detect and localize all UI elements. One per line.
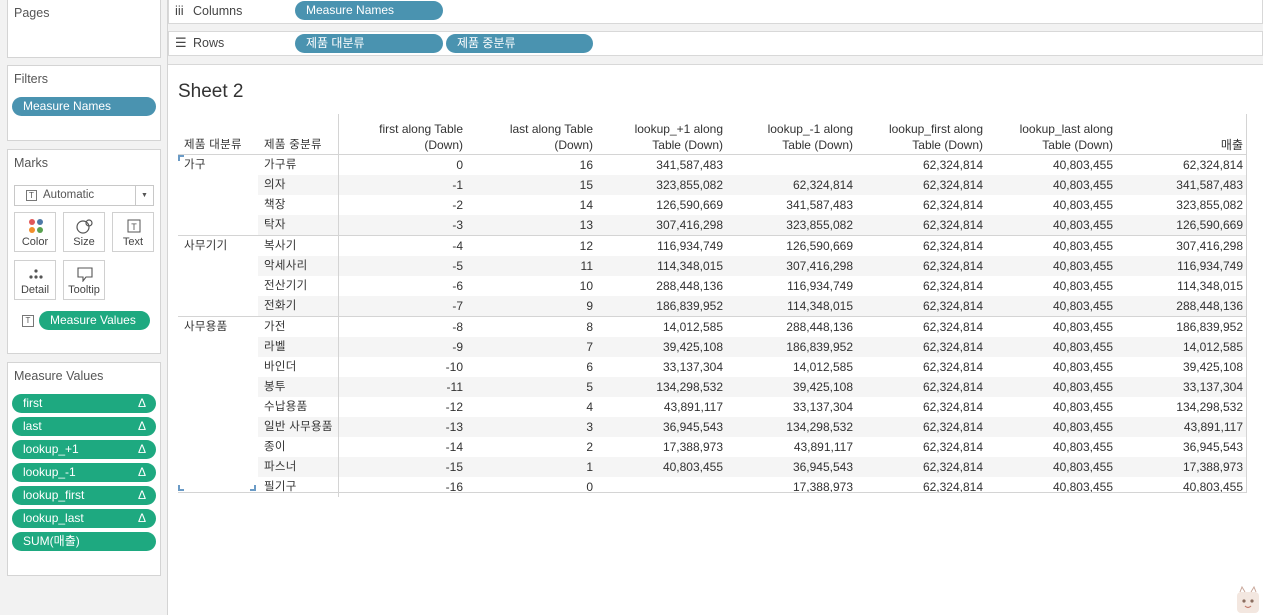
columns-pill-measure-names[interactable]: Measure Names bbox=[295, 1, 443, 20]
detail-button[interactable]: Detail bbox=[14, 260, 56, 300]
tooltip-icon bbox=[77, 267, 93, 282]
columns-icon: iii bbox=[175, 3, 184, 18]
measure-value-pill[interactable]: last Δ bbox=[12, 417, 156, 436]
mascot-icon bbox=[1237, 586, 1259, 613]
filter-pill-measure-names[interactable]: Measure Names bbox=[12, 97, 156, 116]
delta-icon: Δ bbox=[137, 488, 146, 502]
color-button[interactable]: Color bbox=[14, 212, 56, 252]
size-icon bbox=[76, 219, 93, 234]
sheet-title: Sheet 2 bbox=[178, 81, 244, 102]
rows-pill-category[interactable]: 제품 대분류 bbox=[295, 34, 443, 53]
chevron-down-icon[interactable]: ▼ bbox=[135, 186, 153, 205]
filters-card[interactable]: Filters Measure Names bbox=[7, 65, 161, 141]
rows-label: Rows bbox=[193, 36, 225, 50]
text-mark-icon: T bbox=[26, 190, 37, 201]
size-button[interactable]: Size bbox=[63, 212, 105, 252]
columns-shelf[interactable]: iii Columns Measure Names bbox=[168, 0, 1263, 24]
table-outline bbox=[178, 114, 1247, 493]
left-panel: Pages Filters Measure Names Marks T Auto… bbox=[0, 0, 168, 615]
filters-title: Filters bbox=[14, 72, 49, 86]
marks-title: Marks bbox=[14, 156, 49, 170]
rows-pill-subcategory[interactable]: 제품 중분류 bbox=[446, 34, 593, 53]
measure-value-pill[interactable]: lookup_-1 Δ bbox=[12, 463, 156, 482]
svg-text:T: T bbox=[131, 222, 137, 232]
tooltip-button[interactable]: Tooltip bbox=[63, 260, 105, 300]
rows-icon: ☰ bbox=[175, 35, 187, 50]
measure-value-pill[interactable]: lookup_last Δ bbox=[12, 509, 156, 528]
marks-text-pill-measure-values[interactable]: Measure Values bbox=[39, 311, 150, 330]
delta-icon: Δ bbox=[137, 419, 146, 433]
color-icon bbox=[29, 219, 43, 233]
measure-value-pill[interactable]: SUM(매출) bbox=[12, 532, 156, 551]
tooltip-label: Tooltip bbox=[68, 284, 100, 296]
selection-corner-tl bbox=[178, 155, 184, 161]
text-icon: T bbox=[127, 219, 141, 233]
measure-value-pill[interactable]: lookup_first Δ bbox=[12, 486, 156, 505]
pages-title: Pages bbox=[14, 6, 50, 20]
selection-corner-bl bbox=[178, 485, 184, 491]
mark-type-value: Automatic bbox=[43, 189, 95, 201]
size-label: Size bbox=[73, 236, 95, 248]
measure-value-pill[interactable]: first Δ bbox=[12, 394, 156, 413]
detail-icon bbox=[29, 269, 43, 279]
color-label: Color bbox=[21, 236, 49, 248]
sheet-view: Sheet 2 제품 대분류 제품 중분류 first along Table(… bbox=[168, 64, 1263, 615]
delta-icon: Δ bbox=[137, 396, 146, 410]
mark-type-dropdown[interactable]: T Automatic ▼ bbox=[14, 185, 154, 206]
measure-value-pill[interactable]: lookup_+1 Δ bbox=[12, 440, 156, 459]
detail-label: Detail bbox=[20, 284, 50, 296]
pages-card: Pages bbox=[7, 0, 161, 58]
delta-icon: Δ bbox=[137, 442, 146, 456]
selection-corner-br bbox=[250, 485, 256, 491]
rows-shelf[interactable]: ☰ Rows 제품 대분류 제품 중분류 bbox=[168, 31, 1263, 56]
delta-icon: Δ bbox=[137, 465, 146, 479]
text-button[interactable]: T Text bbox=[112, 212, 154, 252]
text-encoding-icon: T bbox=[22, 315, 34, 327]
measure-values-title: Measure Values bbox=[14, 369, 104, 383]
delta-icon: Δ bbox=[137, 511, 146, 525]
columns-label: Columns bbox=[193, 4, 243, 18]
text-label: Text bbox=[122, 236, 144, 248]
marks-card: Marks T Automatic ▼ Color Size T Text De… bbox=[7, 149, 161, 354]
measure-values-card: Measure Values first Δ last Δ lookup_+1 Δlook… bbox=[7, 362, 161, 576]
